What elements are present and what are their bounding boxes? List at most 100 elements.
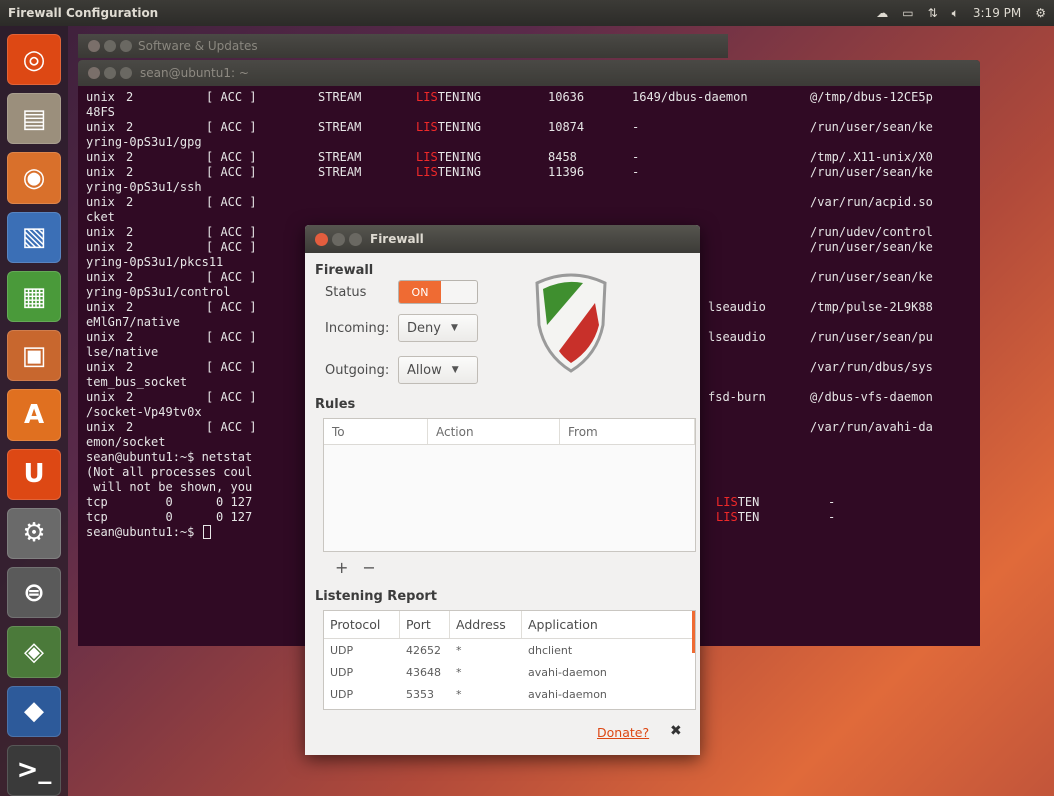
terminal-state: LISTENING (416, 165, 482, 179)
report-col-application[interactable]: Application (522, 611, 695, 638)
close-icon[interactable] (315, 232, 328, 246)
launcher-calc-button[interactable]: ▦ (7, 270, 61, 323)
report-col-protocol[interactable]: Protocol (324, 611, 400, 638)
report-col-port[interactable]: Port (400, 611, 450, 638)
status-on-label: ON (399, 281, 441, 303)
cloud-icon[interactable]: ☁ (876, 6, 888, 20)
workspace-switcher-icon: ◈ (24, 636, 44, 667)
software-updater-icon: ⊜ (23, 577, 45, 608)
calc-icon: ▦ (21, 281, 47, 312)
window-controls (88, 40, 132, 52)
terminal-wrap: (Not all processes coul (86, 465, 253, 479)
software-updates-window[interactable]: Software & Updates (78, 34, 728, 58)
report-table-header: Protocol Port Address Application (324, 611, 695, 639)
terminal-pid: fsd-burn (708, 390, 766, 404)
donate-close-icon[interactable]: ✖ (670, 723, 682, 739)
launcher-firefox-button[interactable]: ◉ (7, 152, 61, 204)
terminal-wrap: cket (86, 210, 115, 224)
launcher-files-button[interactable]: ▤ (7, 93, 61, 145)
report-col-address[interactable]: Address (450, 611, 522, 638)
launcher-writer-button[interactable]: ▧ (7, 211, 61, 263)
terminal-proto: unix (86, 240, 115, 254)
firewall-titlebar[interactable]: Firewall (305, 225, 700, 253)
terminal-path: /run/user/sean/ke (810, 270, 933, 284)
launcher-impress-button[interactable]: ▣ (7, 330, 61, 382)
minimize-icon[interactable] (332, 232, 345, 246)
table-row[interactable]: UDP 43648 * avahi-daemon (324, 661, 695, 683)
keyboard-icon[interactable]: ▭ (902, 6, 913, 20)
donate-link[interactable]: Donate? (597, 725, 649, 740)
add-rule-button[interactable]: + (335, 558, 348, 577)
terminal-path: /var/run/avahi-da (810, 420, 933, 434)
maximize-icon[interactable] (349, 232, 362, 246)
terminal-line: unix 2 [ ACC ] STREAM LISTENING 11396 - /run/us… (86, 165, 980, 180)
terminal-path: /run/user/sean/ke (810, 120, 933, 134)
terminal-path: @/tmp/dbus-12CE5p (810, 90, 933, 104)
table-row[interactable]: UDP 42652 * dhclient (324, 639, 695, 661)
terminal-cursor (202, 525, 211, 539)
report-cell-application: avahi-daemon (528, 687, 607, 701)
writer-icon: ▧ (21, 222, 47, 253)
maximize-icon[interactable] (120, 40, 132, 52)
terminal-pid: 1649/dbus-daemon (632, 90, 748, 104)
outgoing-label: Outgoing: (325, 363, 390, 378)
terminal-pid: - (632, 165, 640, 179)
launcher-system-settings-button[interactable]: ⚙ (7, 507, 61, 560)
terminal-path: /tmp/pulse-2L9K88 (810, 300, 933, 314)
terminal-proto: unix (86, 300, 115, 314)
launcher-workspace-switcher-button[interactable]: ◈ (7, 626, 61, 678)
maximize-icon[interactable] (120, 67, 132, 79)
report-cell-address: * (456, 665, 462, 679)
terminal-flags: [ ACC ] (206, 90, 257, 104)
terminal-inode: 8458 (548, 150, 577, 164)
launcher-software-updater-button[interactable]: ⊜ (7, 567, 61, 619)
terminal-wrap: yring-0pS3u1/gpg (86, 135, 202, 149)
firewall-dialog[interactable]: Firewall Firewall Status ON Incoming: De… (305, 225, 700, 755)
report-scrollbar[interactable] (692, 611, 695, 653)
terminal-inode: 11396 (548, 165, 585, 179)
terminal-icon: >_ (16, 755, 52, 786)
terminal-path: @/dbus-vfs-daemon (810, 390, 933, 404)
terminal-state: LISTENING (416, 150, 482, 164)
status-toggle[interactable]: ON (398, 280, 478, 304)
power-gear-icon[interactable]: ⚙ (1035, 6, 1046, 20)
launcher-ubuntu-one-button[interactable]: U (7, 448, 61, 500)
terminal-titlebar[interactable]: sean@ubuntu1: ~ (78, 60, 980, 86)
outgoing-combo[interactable]: Allow ▼ (398, 356, 478, 384)
terminal-refcnt: 2 (126, 120, 134, 134)
terminal-proto: unix (86, 360, 115, 374)
table-row[interactable]: UDP 5353 * avahi-daemon (324, 683, 695, 705)
top-panel: Firewall Configuration ☁ ▭ ⇅ 🔈︎ 3:19 PM … (0, 0, 1054, 26)
terminal-refcnt: 2 (126, 240, 134, 254)
remove-rule-button[interactable]: − (362, 558, 375, 577)
rules-col-action[interactable]: Action (428, 419, 560, 444)
launcher-firewall-button[interactable]: ◆ (7, 685, 61, 737)
report-cell-address: * (456, 643, 462, 657)
report-cell-port: 42652 (406, 643, 441, 657)
clock[interactable]: 3:19 PM (973, 6, 1021, 20)
terminal-wrap: 48FS (86, 105, 115, 119)
rules-table[interactable]: To Action From (323, 418, 696, 552)
volume-icon[interactable]: 🔈︎ (952, 6, 959, 21)
terminal-inode: 10636 (548, 90, 585, 104)
minimize-icon[interactable] (104, 67, 116, 79)
launcher-ubuntu-dash-button[interactable]: ◎ (7, 34, 61, 86)
network-icon[interactable]: ⇅ (928, 6, 938, 20)
rules-col-from[interactable]: From (560, 419, 695, 444)
terminal-line: cket (86, 210, 980, 225)
terminal-path: /run/udev/control (810, 225, 933, 239)
launcher-terminal-button[interactable]: >_ (7, 744, 61, 796)
window-controls (315, 232, 362, 246)
terminal-pid: - (828, 510, 836, 524)
firewall-section-heading: Firewall (315, 263, 374, 278)
minimize-icon[interactable] (104, 40, 116, 52)
rules-col-to[interactable]: To (324, 419, 428, 444)
close-icon[interactable] (88, 67, 100, 79)
incoming-combo[interactable]: Deny ▼ (398, 314, 478, 342)
rules-section-heading: Rules (315, 397, 356, 412)
launcher-software-center-button[interactable]: A (7, 389, 61, 441)
listening-report-table[interactable]: Protocol Port Address Application UDP 426… (323, 610, 696, 710)
terminal-refcnt: 2 (126, 150, 134, 164)
close-icon[interactable] (88, 40, 100, 52)
terminal-proto: unix (86, 150, 115, 164)
